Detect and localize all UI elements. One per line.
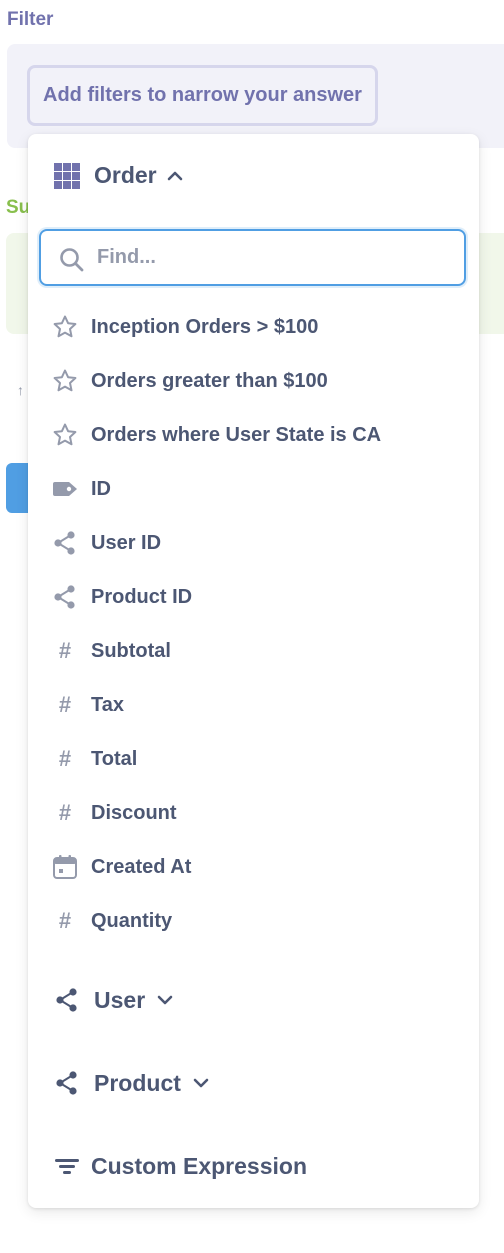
filter-section-label: Filter bbox=[7, 9, 54, 30]
search-input[interactable] bbox=[97, 246, 437, 269]
summarize-section-label: Su bbox=[6, 197, 31, 218]
connections-icon bbox=[50, 582, 80, 612]
list-item-subtotal[interactable]: # Subtotal bbox=[50, 631, 460, 671]
list-item-label: User ID bbox=[91, 531, 162, 554]
list-item-orders-greater-than-100[interactable]: Orders greater than $100 bbox=[50, 361, 460, 401]
list-item-label: Orders greater than $100 bbox=[91, 369, 328, 392]
list-item-label: Quantity bbox=[91, 909, 173, 932]
number-icon: # bbox=[58, 638, 72, 663]
chevron-up-icon bbox=[167, 170, 183, 182]
star-icon bbox=[50, 312, 80, 342]
connections-icon bbox=[52, 1068, 82, 1098]
list-item-orders-user-state-ca[interactable]: Orders where User State is CA bbox=[50, 415, 460, 455]
star-icon bbox=[50, 366, 80, 396]
custom-expression-button[interactable]: Custom Expression bbox=[52, 1144, 307, 1188]
search-icon bbox=[59, 247, 85, 273]
table-grid-icon bbox=[54, 162, 80, 189]
add-filter-button[interactable]: Add filters to narrow your answer bbox=[27, 65, 378, 126]
list-item-label: Product ID bbox=[91, 585, 193, 608]
list-item-label: Total bbox=[91, 747, 138, 770]
connections-icon bbox=[52, 985, 82, 1015]
section-label: Product bbox=[94, 1069, 181, 1096]
list-item-tax[interactable]: # Tax bbox=[50, 685, 460, 725]
list-item-label: Inception Orders > $100 bbox=[91, 315, 319, 338]
search-field[interactable] bbox=[39, 229, 466, 286]
list-item-discount[interactable]: # Discount bbox=[50, 793, 460, 833]
table-name: Order bbox=[94, 162, 157, 188]
list-item-total[interactable]: # Total bbox=[50, 739, 460, 779]
list-item-product-id[interactable]: Product ID bbox=[50, 577, 460, 617]
list-item-user-id[interactable]: User ID bbox=[50, 523, 460, 563]
filter-lines-icon bbox=[52, 1151, 82, 1181]
list-item-label: Tax bbox=[91, 693, 124, 716]
list-item-label: Subtotal bbox=[91, 639, 171, 662]
section-product[interactable]: Product bbox=[52, 1061, 209, 1105]
list-item-label: Orders where User State is CA bbox=[91, 423, 382, 446]
calendar-icon bbox=[50, 852, 80, 882]
list-item-quantity[interactable]: # Quantity bbox=[50, 901, 460, 941]
connections-icon bbox=[50, 528, 80, 558]
filter-column-picker: Order Inception Orders > $100 Orders gre… bbox=[28, 134, 479, 1208]
list-item-inception-orders[interactable]: Inception Orders > $100 bbox=[50, 307, 460, 347]
star-icon bbox=[50, 420, 80, 450]
section-label: User bbox=[94, 986, 146, 1013]
query-builder: Filter Add filters to narrow your answer… bbox=[0, 0, 504, 1253]
section-user[interactable]: User bbox=[52, 978, 173, 1022]
list-item-id[interactable]: ID bbox=[50, 469, 460, 509]
label-icon bbox=[50, 474, 80, 504]
list-item-created-at[interactable]: Created At bbox=[50, 847, 460, 887]
chevron-down-icon bbox=[157, 994, 173, 1006]
number-icon: # bbox=[58, 800, 72, 825]
custom-expression-label: Custom Expression bbox=[91, 1152, 307, 1179]
number-icon: # bbox=[58, 692, 72, 717]
table-header-order[interactable]: Order bbox=[54, 162, 183, 189]
number-icon: # bbox=[58, 746, 72, 771]
list-item-label: ID bbox=[91, 477, 111, 500]
arrow-up-icon: ↑ bbox=[17, 382, 24, 398]
chevron-down-icon bbox=[193, 1077, 209, 1089]
number-icon: # bbox=[58, 908, 72, 933]
list-item-label: Created At bbox=[91, 855, 192, 878]
list-item-label: Discount bbox=[91, 801, 177, 824]
